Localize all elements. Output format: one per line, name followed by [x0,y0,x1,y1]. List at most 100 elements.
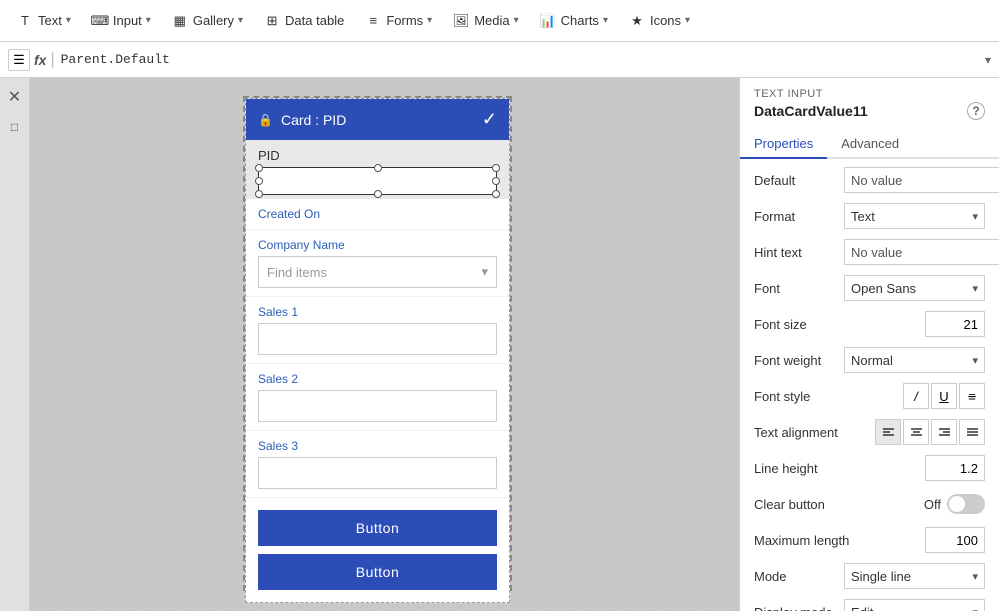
sales1-input[interactable] [258,323,497,355]
prop-text-align-row: Text alignment [754,419,985,445]
strikethrough-icon: ≡ [968,389,976,404]
toolbar-item-charts[interactable]: 📊 Charts ▾ [531,8,616,34]
toolbar-item-text[interactable]: T Text ▾ [8,8,79,34]
handle-top-mid[interactable] [374,164,382,172]
align-center-icon [910,426,923,439]
tree-icon: □ [11,120,18,134]
sales3-field: Sales 3 [246,431,509,498]
clear-button-state: Off [924,497,941,512]
toolbar-item-input[interactable]: ⌨ Input ▾ [83,8,159,34]
help-button[interactable]: ? [967,102,985,120]
handle-mid-left[interactable] [255,177,263,185]
clear-button-toggle[interactable] [947,494,985,514]
font-style-italic-button[interactable]: / [903,383,929,409]
prop-font-style-row: Font style / U ≡ [754,383,985,409]
formula-bar-input[interactable] [61,52,979,67]
help-icon: ? [972,104,979,118]
handle-bottom-right[interactable] [492,190,500,198]
prop-font-weight-row: Font weight Normal ▾ [754,347,985,373]
sales2-input[interactable] [258,390,497,422]
font-weight-chevron-icon: ▾ [972,354,978,367]
tab-properties[interactable]: Properties [740,130,827,159]
right-panel: TEXT INPUT DataCardValue11 ? Properties … [739,78,999,611]
handle-bottom-mid[interactable] [374,190,382,198]
handle-top-right[interactable] [492,164,500,172]
prop-line-height-input[interactable] [925,455,985,481]
text-align-buttons [875,419,985,445]
text-chevron-icon: ▾ [66,15,71,26]
tab-advanced[interactable]: Advanced [827,130,913,159]
prop-font-value: Open Sans [851,281,916,296]
prop-clear-button-label: Clear button [754,497,844,512]
sales3-input[interactable] [258,457,497,489]
prop-hint-row: Hint text [754,239,985,265]
font-chevron-icon: ▾ [972,282,978,295]
canvas-area[interactable]: 🔒 Card : PID ✓ PID [30,78,739,611]
sales2-label: Sales 2 [258,372,497,386]
align-justify-button[interactable] [959,419,985,445]
prop-mode-dropdown[interactable]: Single line ▾ [844,563,985,589]
prop-format-row: Format Text ▾ [754,203,985,229]
font-style-strikethrough-button[interactable]: ≡ [959,383,985,409]
forms-chevron-icon: ▾ [427,15,432,26]
hamburger-icon: ☰ [13,52,25,68]
align-right-button[interactable] [931,419,957,445]
prop-default-input[interactable] [844,167,999,193]
prop-font-row: Font Open Sans ▾ [754,275,985,301]
prop-line-height-row: Line height [754,455,985,481]
component-name-row: DataCardValue11 ? [754,102,985,120]
prop-max-length-label: Maximum length [754,533,849,548]
align-center-button[interactable] [903,419,929,445]
card-button-2[interactable]: Button [258,554,497,590]
fx-label: fx [34,52,46,68]
forms-icon: ≡ [364,12,382,30]
sales1-label: Sales 1 [258,305,497,319]
pid-input[interactable] [258,167,497,195]
card-header[interactable]: 🔒 Card : PID ✓ [246,99,509,140]
input-chevron-icon: ▾ [146,15,151,26]
prop-font-weight-dropdown[interactable]: Normal ▾ [844,347,985,373]
prop-default-row: Default [754,167,985,193]
formula-bar-prefix: ☰ fx | [8,49,55,71]
prop-font-dropdown[interactable]: Open Sans ▾ [844,275,985,301]
formula-bar: ☰ fx | ▾ [0,42,999,78]
text-icon: T [16,12,34,30]
toolbar-media-label: Media [474,13,509,28]
prop-line-height-label: Line height [754,461,844,476]
handle-bottom-left[interactable] [255,190,263,198]
handle-mid-right[interactable] [492,177,500,185]
prop-display-mode-row: Display mode Edit ▾ [754,599,985,611]
prop-font-weight-value: Normal [851,353,893,368]
handle-top-left[interactable] [255,164,263,172]
close-button[interactable]: ✕ [4,86,26,108]
align-left-button[interactable] [875,419,901,445]
prop-default-label: Default [754,173,844,188]
toolbar-item-media[interactable]: 🖼 Media ▾ [444,8,526,34]
prop-font-size-input[interactable] [925,311,985,337]
company-name-dropdown[interactable]: Find items ▾ [258,256,497,288]
pid-field-wrapper[interactable]: PID [246,140,509,199]
created-on-field: Created On [246,199,509,230]
toolbar-item-datatable[interactable]: ⊞ Data table [255,8,352,34]
clear-button-toggle-wrapper: Off [924,494,985,514]
align-right-icon [938,426,951,439]
toolbar: T Text ▾ ⌨ Input ▾ ▦ Gallery ▾ ⊞ Data ta… [0,0,999,42]
component-type-label: TEXT INPUT [754,88,985,100]
tree-item-button[interactable]: □ [4,116,26,138]
font-style-underline-button[interactable]: U [931,383,957,409]
toolbar-item-forms[interactable]: ≡ Forms ▾ [356,8,440,34]
prop-font-label: Font [754,281,844,296]
formula-expand-icon[interactable]: ▾ [985,53,991,67]
card-button-1[interactable]: Button [258,510,497,546]
prop-display-mode-dropdown[interactable]: Edit ▾ [844,599,985,611]
toolbar-item-icons[interactable]: ★ Icons ▾ [620,8,698,34]
prop-format-dropdown[interactable]: Text ▾ [844,203,985,229]
sales1-field: Sales 1 [246,297,509,364]
prop-max-length-input[interactable] [925,527,985,553]
hamburger-menu-button[interactable]: ☰ [8,49,30,71]
prop-mode-label: Mode [754,569,844,584]
prop-hint-input[interactable] [844,239,999,265]
toolbar-item-gallery[interactable]: ▦ Gallery ▾ [163,8,251,34]
datatable-icon: ⊞ [263,12,281,30]
check-icon: ✓ [482,109,497,130]
